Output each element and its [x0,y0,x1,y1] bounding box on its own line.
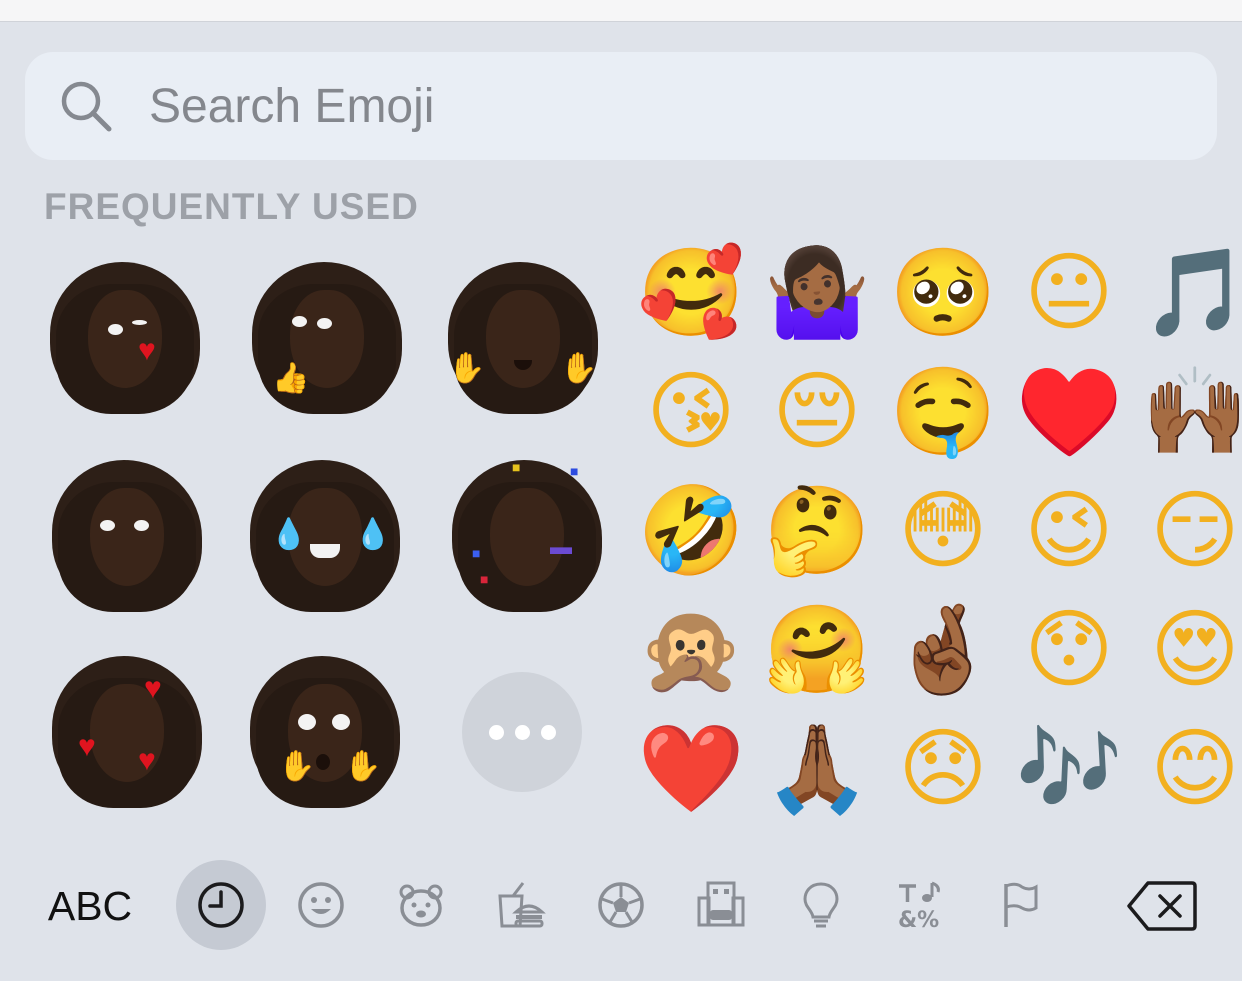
category-symbols[interactable]: &% [876,860,966,950]
burger-icon [498,882,546,928]
emoji-musical-notes[interactable]: 🎶 [1006,710,1132,829]
emoji-crossed-fingers[interactable]: 🤞🏾 [880,591,1006,710]
emoji-folded-hands[interactable]: 🙏🏾 [754,710,880,829]
symbols-icon: &% [898,881,940,930]
emoji-pensive-face[interactable]: 😔 [754,353,880,472]
emoji-thinking-face[interactable]: 🤔 [754,472,880,591]
memoji-sticker-7[interactable]: ♥ ♥ ♥ [52,656,202,816]
emoji-hushed-face[interactable]: 😯 [1006,591,1132,710]
category-toolbar: ABC &% [0,860,1242,952]
emoji-hugging-face[interactable]: 🤗 [754,591,880,710]
memoji-sticker-3[interactable]: ✋ ✋ [448,262,598,422]
ellipsis-dot [540,724,556,740]
emoji-smiling-face-with-hearts[interactable]: 🥰 [628,234,754,353]
emoji-musical-note[interactable]: 🎵 [1132,234,1242,353]
top-bar [0,0,1242,22]
emoji-red-heart[interactable]: ❤️ [628,710,754,829]
emoji-rolling-on-floor-laughing[interactable]: 🤣 [628,472,754,591]
emoji-pleading-face[interactable]: 🥺 [880,234,1006,353]
emoji-raising-hands[interactable]: 🙌🏾 [1132,353,1242,472]
search-bar[interactable] [25,52,1217,160]
section-title: FREQUENTLY USED [44,186,419,227]
backspace-icon [1127,881,1197,931]
emoji-face-blowing-kiss[interactable]: 😘 [628,353,754,472]
svg-text:&%: &% [898,908,939,930]
memoji-sticker-4[interactable] [52,460,202,620]
category-smileys[interactable] [276,860,366,950]
emoji-smiling-face-with-smiling-eyes[interactable]: 😊 [1132,710,1242,829]
clock-icon [198,882,244,928]
emoji-disappointed-face[interactable]: 😞 [880,710,1006,829]
category-animals[interactable] [376,860,466,950]
search-input[interactable] [147,77,1051,135]
search-icon [61,81,112,132]
building-icon [697,881,745,927]
emoji-woman-shrugging[interactable]: 🤷🏾‍♀️ [754,234,880,353]
category-travel[interactable] [676,860,766,950]
flag-icon [1004,882,1038,927]
emoji-smirking-face[interactable]: 😏 [1132,472,1242,591]
category-flags[interactable] [976,860,1066,950]
emoji-neutral-face[interactable]: 😐 [1006,234,1132,353]
memoji-sticker-5[interactable]: 💧 💧 [250,460,400,620]
ellipsis-dot [514,724,530,740]
emoji-heart-eyes[interactable]: 😍 [1132,591,1242,710]
category-food[interactable] [476,860,566,950]
category-objects[interactable] [776,860,866,950]
more-stickers-button[interactable] [462,672,582,792]
emoji-drooling-face[interactable]: 🤤 [880,353,1006,472]
bear-icon [399,884,443,927]
category-activity[interactable] [576,860,666,950]
delete-button[interactable] [1122,860,1202,952]
abc-keyboard-button[interactable]: ABC [40,860,140,952]
emoji-red-heart-suit[interactable]: ♥️ [1006,353,1132,472]
memoji-sticker-2[interactable]: 👍 [252,262,402,422]
emoji-speak-no-evil-monkey[interactable]: 🙊 [628,591,754,710]
soccer-ball-icon [598,882,644,928]
smiley-icon [298,882,344,928]
category-frequently-used[interactable] [176,860,266,950]
memoji-sticker-1[interactable]: ♥ [50,262,200,422]
lightbulb-icon [803,882,839,928]
emoji-grid: 🥰 🤷🏾‍♀️ 🥺 😐 🎵 😘 😔 🤤 ♥️ 🙌🏾 🤣 🤔 😳 😉 😏 🙊 🤗 🤞🏾 😯 😍 ❤️ 🙏🏾 😞 🎶 😊 [628,234,1242,829]
emoji-flushed-face[interactable]: 😳 [880,472,1006,591]
emoji-winking-face[interactable]: 😉 [1006,472,1132,591]
memoji-sticker-8[interactable]: ✋ ✋ [250,656,400,816]
memoji-sticker-6[interactable]: ■ ■ ■ ■ ▬ [452,460,602,620]
ellipsis-dot [488,724,504,740]
